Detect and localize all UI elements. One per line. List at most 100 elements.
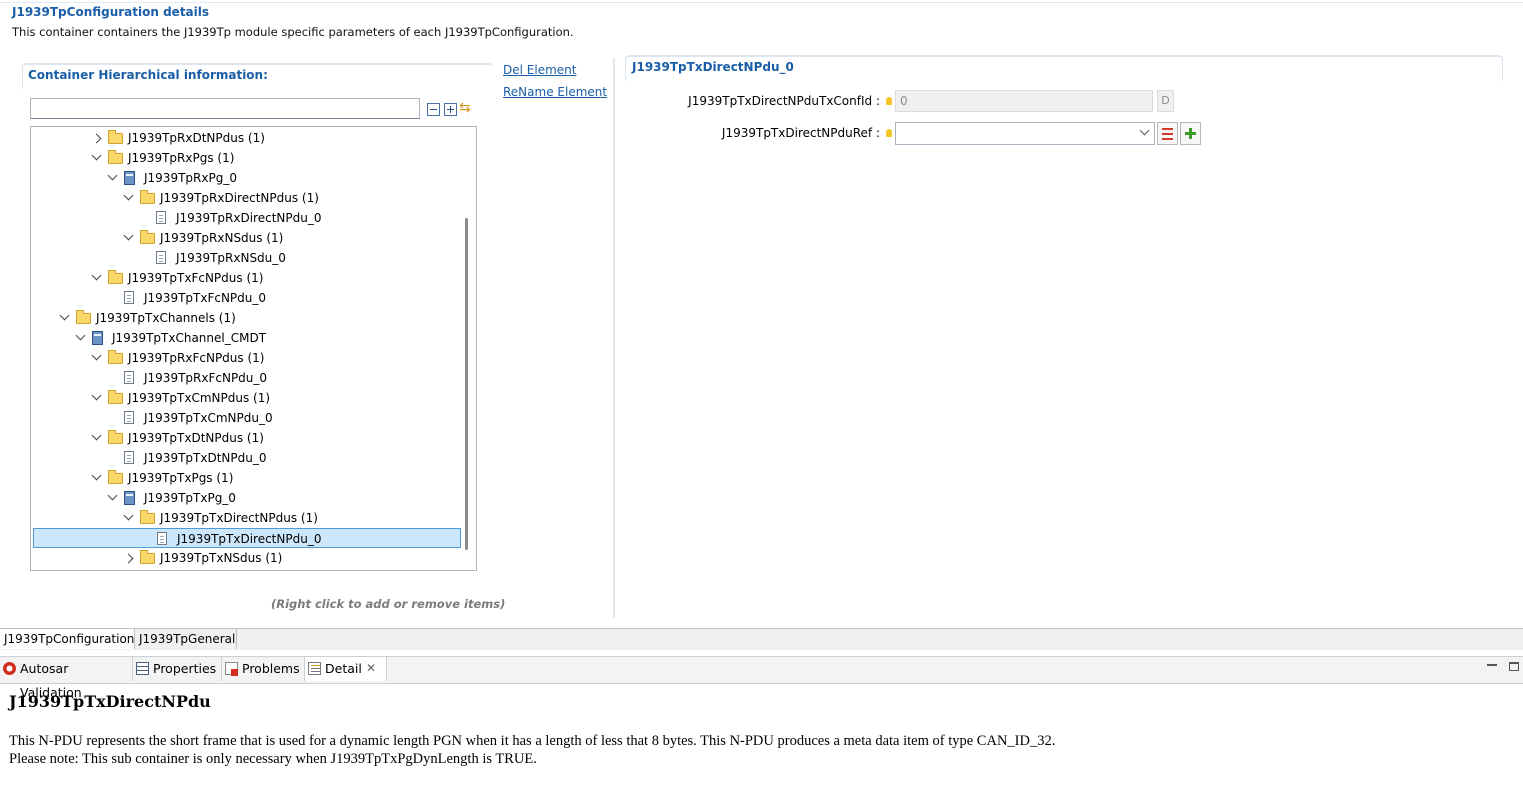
folder-icon [140,230,155,244]
tab-label: Problems [242,661,300,676]
tree-item-label: J1939TpRxDirectNPdus (1) [160,191,319,205]
collapse-all-icon[interactable] [427,103,440,116]
tab-autosar-validation[interactable]: Autosar Validation [0,657,133,700]
tree-item[interactable]: J1939TpRxNSdus (1) [31,228,459,248]
chevron-right-icon[interactable] [123,553,134,564]
npduref-select[interactable] [895,122,1155,145]
folder-icon [108,270,123,284]
tree-item[interactable]: J1939TpTxFcNPdus (1) [31,268,459,288]
tab-j1939tpconfiguration[interactable]: J1939TpConfiguration [0,629,135,649]
expand-all-icon[interactable] [444,103,457,116]
maximize-icon[interactable] [1509,662,1519,671]
element-section-title: J1939TpTxDirectNPdu_0 [632,60,794,74]
detail-note: Please note: This sub container is only … [9,751,537,767]
folder-icon [108,430,123,444]
tree-item-label: J1939TpRxNSdus (1) [160,231,284,245]
tree-item-label: J1939TpRxDtNPdus (1) [128,131,265,145]
tree-item[interactable]: J1939TpTxDtNPdu_0 [31,448,459,468]
folder-icon [108,150,123,164]
tree-item[interactable]: J1939TpRxDirectNPdus (1) [31,188,459,208]
container-icon [92,331,103,345]
tree-item[interactable]: J1939TpTxPgs (1) [31,468,459,488]
chevron-down-icon[interactable] [91,390,102,401]
tree-scrollbar[interactable] [465,218,468,550]
lightbulb-icon [886,97,892,105]
tree-item[interactable]: J1939TpRxPg_0 [31,168,459,188]
chevron-down-icon[interactable] [59,310,70,321]
tree-item[interactable]: J1939TpTxCmNPdus (1) [31,388,459,408]
panel-divider[interactable] [613,58,615,618]
container-icon [124,171,135,185]
default-value-button[interactable]: D [1157,90,1174,112]
detail-description: This N-PDU represents the short frame th… [9,733,1056,749]
document-icon [124,291,134,304]
validation-icon [3,662,16,675]
close-icon[interactable]: ✕ [366,661,376,675]
tree-item[interactable]: J1939TpTxChannel_CMDT [31,328,459,348]
tree-item-label: J1939TpTxCmNPdus (1) [128,391,271,405]
document-icon [156,251,166,264]
container-tree[interactable]: J1939TpRxDtNPdus (1) J1939TpRxPgs (1) J193… [30,126,477,571]
txconfid-input[interactable]: 0 [895,90,1153,112]
tree-item-label: J1939TpTxPgs (1) [128,471,234,485]
document-icon [156,211,166,224]
tree-item[interactable]: J1939TpTxDirectNPdu_0 [33,528,461,548]
chevron-down-icon[interactable] [91,470,102,481]
chevron-down-icon[interactable] [107,170,118,181]
folder-icon [140,190,155,204]
chevron-down-icon[interactable] [75,330,86,341]
folder-icon [108,390,123,404]
problems-icon [225,662,238,676]
tree-item[interactable]: J1939TpTxNSdus (1) [31,548,459,568]
add-reference-button[interactable] [1180,122,1201,145]
minimize-icon[interactable] [1487,664,1497,666]
tree-item[interactable]: J1939TpRxDirectNPdu_0 [31,208,459,228]
tree-item-label: J1939TpTxCmNPdu_0 [144,411,273,425]
document-icon [124,411,134,424]
chevron-down-icon[interactable] [123,190,134,201]
link-with-editor-icon[interactable]: ⇆ [459,100,471,116]
header-top-line [0,2,1523,3]
tree-item-label: J1939TpTxDirectNPdus (1) [160,511,318,525]
tree-item-label: J1939TpTxChannels (1) [96,311,236,325]
tree-item[interactable]: J1939TpTxDtNPdus (1) [31,428,459,448]
tree-filter-input[interactable] [30,98,420,119]
list-reference-button[interactable] [1157,122,1178,145]
tree-item[interactable]: J1939TpRxPgs (1) [31,148,459,168]
document-icon [124,451,134,464]
detail-icon [308,662,321,675]
page-description: This container containers the J1939Tp mo… [12,25,574,39]
chevron-down-icon[interactable] [123,510,134,521]
tree-item-label: J1939TpRxPgs (1) [128,151,235,165]
tree-item[interactable]: J1939TpRxFcNPdu_0 [31,368,459,388]
tree-item[interactable]: J1939TpTxChannels (1) [31,308,459,328]
tree-item[interactable]: J1939TpTxCmNPdu_0 [31,408,459,428]
folder-icon [108,350,123,364]
tree-item-label: J1939TpRxPg_0 [144,171,237,185]
document-icon [124,371,134,384]
tree-item[interactable]: J1939TpRxNSdu_0 [31,248,459,268]
tab-problems[interactable]: Problems [222,657,305,681]
tab-properties[interactable]: Properties [133,657,222,681]
container-icon [124,491,135,505]
chevron-down-icon[interactable] [91,150,102,161]
tree-item[interactable]: J1939TpRxFcNPdus (1) [31,348,459,368]
document-icon [157,532,167,545]
folder-icon [140,550,155,564]
page-title: J1939TpConfiguration details [12,5,210,19]
del-element-link[interactable]: Del Element [503,63,576,77]
chevron-down-icon[interactable] [91,350,102,361]
tree-item[interactable]: J1939TpTxPg_0 [31,488,459,508]
chevron-right-icon[interactable] [91,133,102,144]
tree-item[interactable]: J1939TpRxDtNPdus (1) [31,128,459,148]
lightbulb-icon [886,129,892,137]
chevron-down-icon[interactable] [107,490,118,501]
tree-item-label: J1939TpRxNSdu_0 [176,251,286,265]
chevron-down-icon[interactable] [91,430,102,441]
tree-item[interactable]: J1939TpTxFcNPdu_0 [31,288,459,308]
chevron-down-icon[interactable] [91,270,102,281]
tab-j1939tpgeneral[interactable]: J1939TpGeneral [135,629,237,649]
tree-item-label: J1939TpTxChannel_CMDT [112,331,267,345]
chevron-down-icon[interactable] [123,230,134,241]
tree-item[interactable]: J1939TpTxDirectNPdus (1) [31,508,459,528]
